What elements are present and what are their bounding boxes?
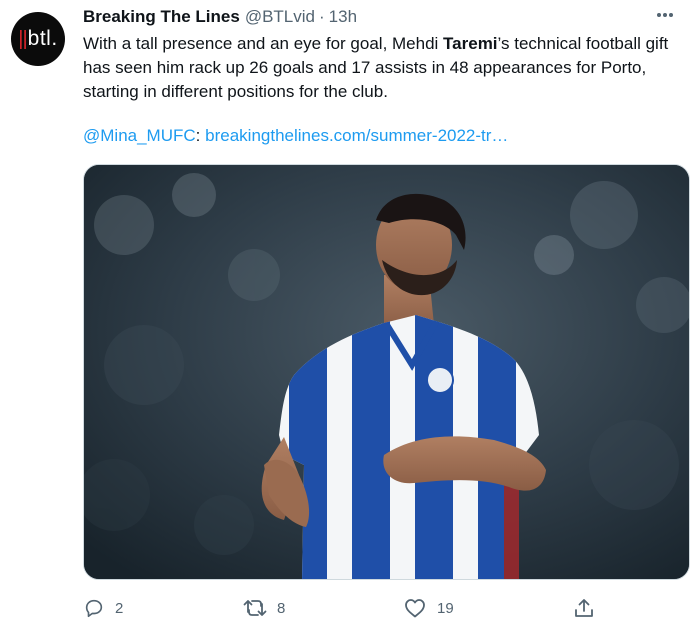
retweet-count: 8 <box>277 599 286 617</box>
avatar[interactable]: || btl. <box>11 12 65 66</box>
reply-icon <box>85 599 103 618</box>
separator: · <box>319 7 325 26</box>
more-options-button[interactable] <box>652 4 678 26</box>
mention-link[interactable]: @Mina_MUFC <box>83 126 196 145</box>
action-bar: 2 8 19 <box>83 594 608 622</box>
retweet-button[interactable]: 8 <box>243 594 285 622</box>
tweet-text: With a tall presence and an eye for goal… <box>83 34 669 101</box>
heart-icon <box>405 599 425 618</box>
tweet-photo[interactable] <box>83 164 690 580</box>
retweet-icon <box>243 600 267 616</box>
tweet-links: @Mina_MUFC: breakingthelines.com/summer-… <box>83 126 509 145</box>
btl-logo: || btl. <box>18 27 58 50</box>
tweet-photo-footballer <box>84 165 689 579</box>
author-handle[interactable]: @BTLvid <box>245 7 315 27</box>
timestamp[interactable]: 13h <box>329 7 357 27</box>
reply-count: 2 <box>115 599 124 617</box>
tweet-header: Breaking The Lines @BTLvid · 13h <box>83 5 357 29</box>
reply-button[interactable]: 2 <box>83 594 123 622</box>
share-icon <box>575 599 593 617</box>
url-link[interactable]: breakingthelines.com/summer-2022-tr… <box>205 126 508 145</box>
bold-name: Taremi <box>443 34 498 53</box>
more-icon <box>657 13 673 17</box>
author-name[interactable]: Breaking The Lines <box>83 7 240 27</box>
like-button[interactable]: 19 <box>403 594 454 622</box>
like-count: 19 <box>437 599 454 617</box>
share-button[interactable] <box>573 594 605 622</box>
